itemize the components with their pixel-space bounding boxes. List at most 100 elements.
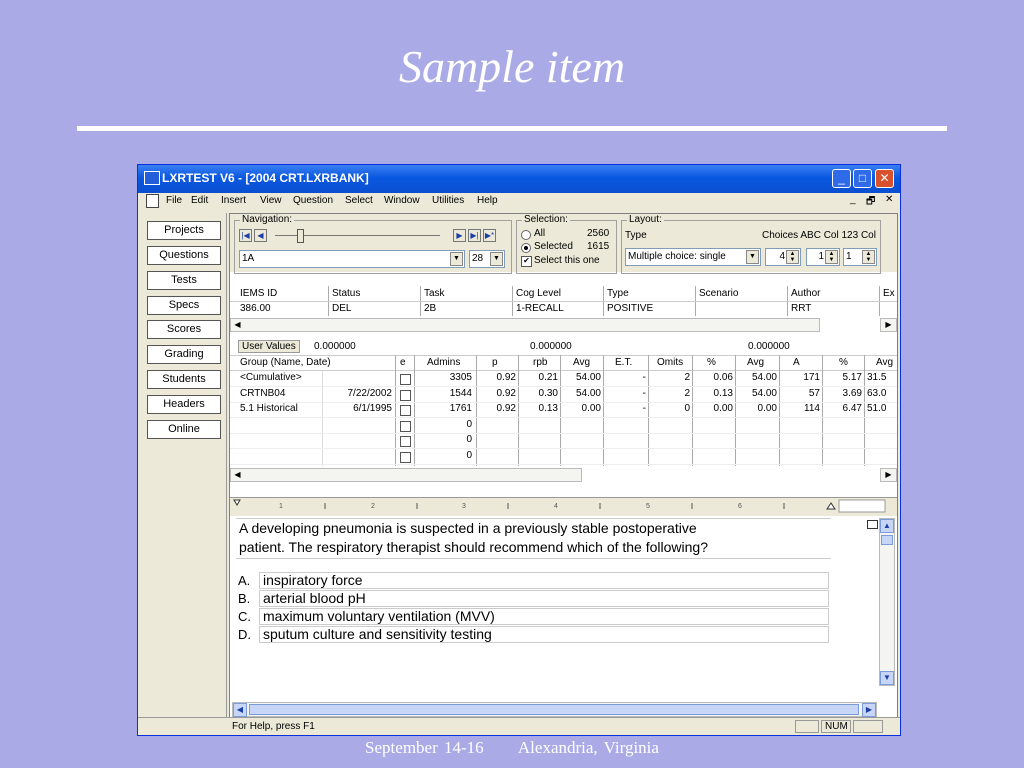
hscroll-thumb[interactable] xyxy=(249,704,859,715)
row-checkbox[interactable] xyxy=(400,451,411,463)
option-c-text[interactable]: maximum voluntary ventilation (MVV) xyxy=(259,608,829,625)
option-d-letter: D. xyxy=(238,627,251,642)
radio-selected[interactable] xyxy=(521,243,531,253)
menu-view[interactable]: View xyxy=(260,195,282,206)
col1-stepper[interactable]: 1 ▲ ▼ xyxy=(806,248,840,266)
mdi-minimize-icon[interactable]: _ xyxy=(850,194,856,205)
sidebar-questions-button[interactable]: Questions xyxy=(147,246,221,265)
prev-item-icon[interactable]: ◀ xyxy=(254,229,267,242)
sidebar-grading-button[interactable]: Grading xyxy=(147,345,221,364)
sidebar-specs-button[interactable]: Specs xyxy=(147,296,221,315)
mdi-restore-icon[interactable]: 🗗 xyxy=(866,194,875,211)
col2-stepper[interactable]: 1 ▲ ▼ xyxy=(843,248,877,266)
stats-hscroll[interactable]: ◀ xyxy=(230,468,582,482)
row-checkbox[interactable] xyxy=(400,389,411,401)
status-empty-box xyxy=(795,720,819,733)
stats-cell-pct: 0.06 xyxy=(713,372,733,383)
stats-cell-et: - xyxy=(642,403,646,414)
stats-cell-omits: 2 xyxy=(684,387,690,399)
sidebar-headers-button[interactable]: Headers xyxy=(147,395,221,414)
option-a-text[interactable]: inspiratory force xyxy=(259,572,829,589)
menu-insert[interactable]: Insert xyxy=(221,195,246,206)
last-item-icon[interactable]: ▶| xyxy=(468,229,481,242)
first-item-icon[interactable]: |◀ xyxy=(239,229,252,242)
sidebar-students-button[interactable]: Students xyxy=(147,370,221,389)
choices-stepper[interactable]: 4 ▲ ▼ xyxy=(765,248,801,266)
sidebar-projects-button[interactable]: Projects xyxy=(147,221,221,240)
item-info-hscroll[interactable]: ◀ xyxy=(230,318,820,332)
all-label: All xyxy=(534,228,546,239)
menu-select[interactable]: Select xyxy=(345,195,373,206)
app-icon xyxy=(144,171,160,185)
stats-cell-admins: 1761 xyxy=(449,403,472,414)
row-checkbox[interactable] xyxy=(400,405,411,416)
menu-edit[interactable]: Edit xyxy=(191,195,208,206)
next-item-icon[interactable]: ▶ xyxy=(453,229,466,242)
stepper-icon[interactable]: ▲ ▼ xyxy=(862,250,875,264)
svg-text:4: 4 xyxy=(554,503,558,510)
scroll-down-icon[interactable]: ▼ xyxy=(880,671,894,685)
maximize-button[interactable]: □ xyxy=(853,169,872,188)
chevron-down-icon[interactable]: ▼ xyxy=(450,252,463,266)
stepper-icon[interactable]: ▲ ▼ xyxy=(786,250,799,264)
menu-help[interactable]: Help xyxy=(477,195,498,206)
count-select[interactable]: 28 ▼ xyxy=(469,250,505,268)
mdi-close-icon[interactable]: ✕ xyxy=(885,194,893,205)
menu-file[interactable]: File xyxy=(166,195,182,206)
editor-hscroll[interactable]: ◀ ▶ xyxy=(232,702,877,717)
col-header-avg3: Avg xyxy=(876,357,894,368)
scroll-left-icon[interactable]: ◀ xyxy=(231,319,244,331)
scroll-right-icon[interactable]: ▶ xyxy=(862,703,876,717)
item-task-value[interactable]: 2B xyxy=(424,303,436,314)
item-info-hscroll-right[interactable]: ▶ xyxy=(880,318,897,332)
row-checkbox[interactable] xyxy=(400,374,411,385)
slide-title: Sample item xyxy=(398,41,626,92)
radio-all[interactable] xyxy=(521,230,531,240)
menu-window[interactable]: Window xyxy=(384,195,420,206)
row-checkbox[interactable] xyxy=(400,436,411,447)
app-window: LXRTEST V6 - [2004 CRT.LXRBANK] _ □ ✕ Fi… xyxy=(137,164,901,736)
scroll-left-icon[interactable]: ◀ xyxy=(233,703,247,717)
scroll-right-icon[interactable]: ▶ xyxy=(882,469,895,481)
type-select[interactable]: Multiple choice: single ▼ xyxy=(625,248,761,266)
chevron-down-icon[interactable]: ▼ xyxy=(746,250,759,264)
stats-cell-avg: 54.00 xyxy=(575,387,601,399)
row-checkbox[interactable] xyxy=(400,420,411,432)
option-d-text[interactable]: sputum culture and sensitivity testing xyxy=(259,626,829,643)
close-button[interactable]: ✕ xyxy=(875,169,894,188)
layout-label: Layout: xyxy=(627,214,664,225)
new-item-icon[interactable]: ▶* xyxy=(483,229,496,242)
stats-hscroll-right[interactable]: ▶ xyxy=(880,468,897,482)
scroll-up-icon[interactable]: ▲ xyxy=(880,519,894,533)
sidebar-online-button[interactable]: Online xyxy=(147,420,221,439)
stepper-icon[interactable]: ▲ ▼ xyxy=(825,250,838,264)
chevron-down-icon[interactable]: ▼ xyxy=(490,252,503,266)
nav-slider-thumb[interactable] xyxy=(297,229,304,243)
question-editor[interactable]: A developing pneumonia is suspected in a… xyxy=(230,516,897,694)
document-icon[interactable] xyxy=(146,194,159,208)
stats-cell-omits: 0 xyxy=(684,403,690,414)
title-bar[interactable]: LXRTEST V6 - [2004 CRT.LXRBANK] _ □ ✕ xyxy=(138,165,900,193)
stats-cell-admins: 3305 xyxy=(449,372,472,383)
sidebar-tests-button[interactable]: Tests xyxy=(147,271,221,290)
menu-question[interactable]: Question xyxy=(293,195,333,206)
ruler[interactable]: 1 2 3 4 5 6 xyxy=(230,497,897,517)
minimize-button[interactable]: _ xyxy=(832,169,851,188)
sidebar-scores-button[interactable]: Scores xyxy=(147,320,221,339)
item-cog-level-value[interactable]: 1-RECALL xyxy=(516,303,564,314)
stats-cell-avg2: 0.00 xyxy=(757,403,777,414)
split-window-icon[interactable] xyxy=(867,520,878,529)
stats-cell-date: 6/1/1995 xyxy=(353,403,392,414)
editor-vscroll[interactable]: ▲ ▼ xyxy=(879,518,895,686)
item-select[interactable]: 1A ▼ xyxy=(239,250,465,268)
item-id-value[interactable]: 386.00 xyxy=(240,303,271,314)
item-author-value[interactable]: RRT xyxy=(791,303,811,314)
select-this-checkbox[interactable]: ✔ xyxy=(521,256,532,267)
item-status-value[interactable]: DEL xyxy=(332,303,351,314)
option-b-text[interactable]: arterial blood pH xyxy=(259,590,829,607)
scroll-right-icon[interactable]: ▶ xyxy=(882,319,895,331)
menu-utilities[interactable]: Utilities xyxy=(432,195,464,206)
vscroll-thumb[interactable] xyxy=(881,535,893,545)
item-type-value[interactable]: POSITIVE xyxy=(607,303,653,314)
scroll-left-icon[interactable]: ◀ xyxy=(231,469,244,481)
